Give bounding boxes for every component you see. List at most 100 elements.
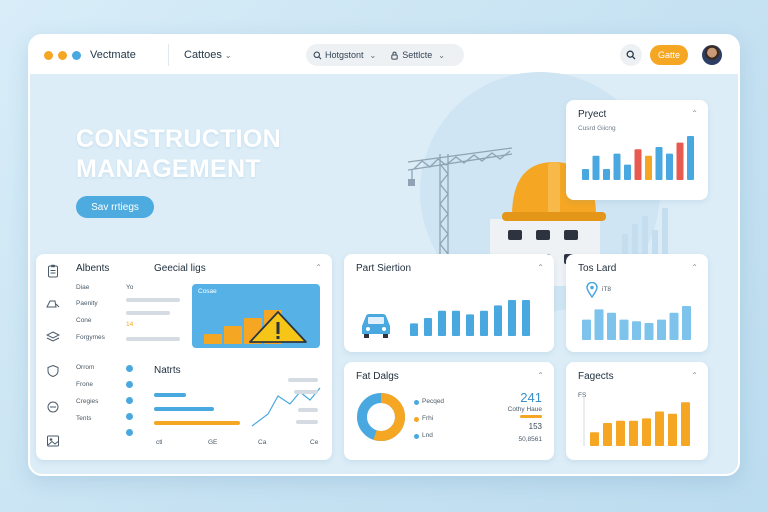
background-bars-decoration bbox=[622, 208, 668, 254]
chart-bar bbox=[508, 300, 516, 336]
chart-bar bbox=[682, 306, 691, 340]
clipboard-icon[interactable] bbox=[46, 264, 60, 278]
total-load-card: Tos Lard ⌃ iT8 bbox=[566, 254, 708, 352]
chart-bar bbox=[438, 310, 446, 336]
filter-pill-group: Hotgstont ⌄ Settlcte ⌄ bbox=[306, 44, 464, 66]
chart-bar bbox=[592, 155, 600, 180]
legend-dot bbox=[414, 417, 419, 422]
image-icon[interactable] bbox=[46, 434, 60, 448]
special-logs-title: Geecial ligs bbox=[154, 263, 206, 274]
chevron-up-icon[interactable]: ⌃ bbox=[537, 371, 544, 380]
hero-button[interactable]: Sav rrtiegs bbox=[76, 196, 154, 218]
total-load-title: Tos Lard bbox=[578, 263, 617, 274]
filter-pill-1-label: Hotgstont bbox=[325, 50, 364, 60]
chart-bar bbox=[582, 169, 589, 180]
fat-dialogs-card: Fat Dalgs ⌃ Pecqed Frhi Lnd 241 Cothy Ha… bbox=[344, 362, 554, 460]
chart-bar bbox=[666, 153, 673, 180]
filter-pill-2[interactable]: Settlcte ⌄ bbox=[383, 50, 452, 60]
chevron-down-icon: ⌄ bbox=[369, 50, 377, 60]
chevron-up-icon[interactable]: ⌃ bbox=[537, 263, 544, 272]
window-dot-orange[interactable] bbox=[44, 51, 53, 60]
list-label: Orrom bbox=[76, 364, 95, 371]
alerts-card: Albents Geecial ligs ⌃ Diae Yo Paenity C… bbox=[36, 254, 332, 460]
window-dot-blue[interactable] bbox=[72, 51, 81, 60]
legend-dot bbox=[414, 400, 419, 405]
chart-bar bbox=[522, 300, 530, 336]
chart-bar bbox=[655, 411, 664, 446]
hero-title: CONSTRUCTION MANAGEMENT bbox=[76, 124, 281, 184]
progress-track bbox=[126, 311, 170, 315]
chevron-up-icon[interactable]: ⌃ bbox=[691, 371, 698, 380]
car-icon bbox=[362, 314, 390, 338]
projects-bar-chart bbox=[583, 396, 690, 446]
list-label: Tents bbox=[76, 415, 92, 422]
donut-chart bbox=[357, 393, 405, 441]
search-button[interactable] bbox=[620, 44, 642, 66]
project-card: Pryect ⌃ Cusrd Giicng bbox=[566, 100, 708, 200]
trend-line-chart bbox=[251, 378, 321, 427]
row-value: Yo bbox=[126, 284, 134, 291]
list-label: Cregies bbox=[76, 398, 99, 405]
status-dot bbox=[126, 413, 133, 420]
filter-pill-2-label: Settlcte bbox=[402, 50, 433, 60]
legend-dot bbox=[414, 434, 419, 439]
axis-label: ctl bbox=[156, 439, 163, 446]
chart-bar bbox=[624, 164, 631, 180]
avatar[interactable] bbox=[702, 45, 722, 65]
search-icon bbox=[626, 50, 636, 60]
layers-icon[interactable] bbox=[46, 330, 60, 344]
legend-label: Pecqed bbox=[422, 398, 445, 405]
alerts-title: Albents bbox=[76, 263, 110, 274]
chart-bar bbox=[466, 314, 474, 336]
list-label: Frone bbox=[76, 381, 93, 388]
compass-icon[interactable] bbox=[46, 400, 60, 414]
progress-bar-orange bbox=[154, 421, 240, 425]
chart-bar bbox=[204, 334, 222, 344]
status-dot bbox=[126, 397, 133, 404]
chart-bar bbox=[669, 312, 679, 340]
chart-bar bbox=[642, 418, 651, 446]
project-bar-chart bbox=[582, 136, 694, 180]
shield-icon[interactable] bbox=[46, 364, 60, 378]
chart-bar bbox=[681, 402, 690, 446]
chart-bar bbox=[616, 420, 625, 446]
row-value: 14 bbox=[126, 321, 134, 328]
chart-bar bbox=[582, 319, 591, 340]
progress-bar-blue bbox=[154, 393, 186, 397]
legend-label: Lnd bbox=[422, 432, 433, 439]
alert-chart-panel: Cosae bbox=[192, 284, 320, 348]
top-bar: Vectmate Cattoes ⌄ Hotgstont ⌄ Settlcte ⌄… bbox=[30, 36, 738, 74]
app-window: Vectmate Cattoes ⌄ Hotgstont ⌄ Settlcte ⌄… bbox=[28, 34, 740, 476]
chart-bar bbox=[644, 323, 654, 340]
divider bbox=[168, 44, 169, 66]
lock-icon bbox=[391, 51, 398, 60]
chart-bar bbox=[424, 318, 432, 336]
progress-bar-blue bbox=[154, 407, 214, 411]
alert-bar-chart bbox=[204, 310, 307, 344]
bulldozer-icon[interactable] bbox=[46, 296, 60, 310]
window-dot-orange-2[interactable] bbox=[58, 51, 67, 60]
get-started-button[interactable]: Gatte bbox=[650, 45, 688, 65]
part-section-title: Part Siertion bbox=[356, 263, 412, 274]
chevron-up-icon[interactable]: ⌃ bbox=[691, 263, 698, 272]
chart-bar bbox=[676, 142, 684, 180]
chart-bar bbox=[687, 136, 694, 180]
part-section-card: Part Siertion ⌃ bbox=[344, 254, 554, 352]
categories-menu[interactable]: Cattoes ⌄ bbox=[184, 49, 232, 61]
app-title: Vectmate bbox=[90, 49, 136, 61]
search-icon bbox=[313, 51, 322, 59]
projects-title: Fagects bbox=[578, 371, 614, 382]
filter-pill-1[interactable]: Hotgstont ⌄ bbox=[306, 50, 383, 60]
chart-bar bbox=[410, 323, 418, 336]
chart-bar bbox=[594, 309, 604, 340]
secondary-value: 153 bbox=[528, 422, 542, 431]
chart-bar bbox=[655, 147, 663, 180]
chevron-up-icon[interactable]: ⌃ bbox=[315, 263, 322, 272]
chevron-up-icon[interactable]: ⌃ bbox=[691, 109, 698, 118]
chart-bar bbox=[224, 326, 242, 344]
chart-bar bbox=[452, 310, 460, 336]
chart-bar bbox=[668, 413, 677, 446]
tertiary-value: 50,8561 bbox=[518, 436, 543, 443]
big-value: 241 bbox=[520, 390, 542, 405]
hero-title-line-2: MANAGEMENT bbox=[76, 155, 261, 183]
